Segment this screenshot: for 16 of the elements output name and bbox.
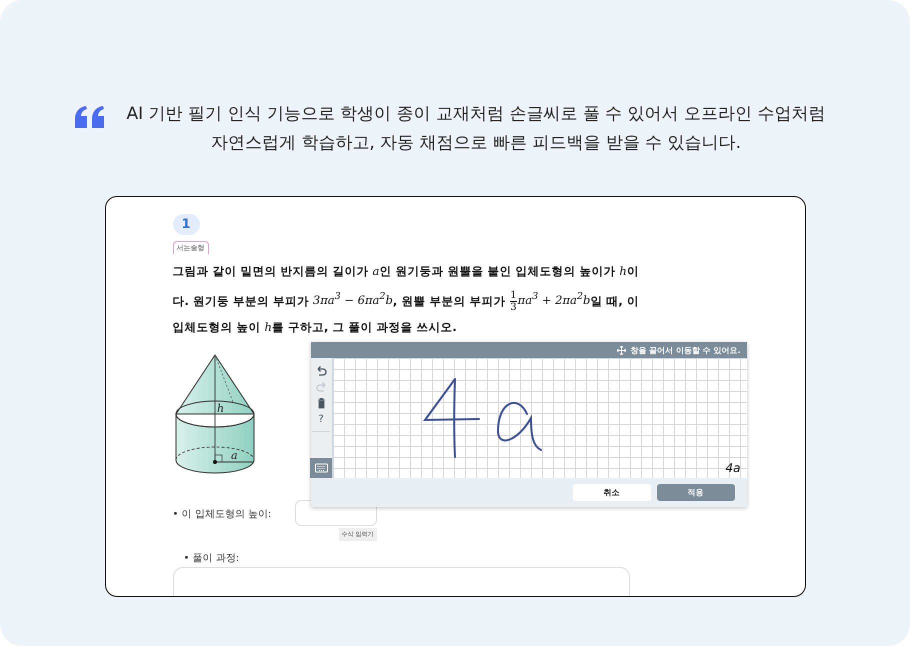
answer-label: • 이 입체도형의 높이: [172, 508, 272, 522]
move-icon [617, 346, 626, 354]
undo-icon [314, 365, 328, 377]
grid-canvas[interactable]: 4a [332, 358, 746, 478]
drag-hint: 창을 끌어서 이동할 수 있어요. [630, 344, 740, 356]
recognized-text: 4a [726, 461, 740, 475]
quote-text: AI 기반 필기 인식 기능으로 학생이 종이 교재처럼 손글씨로 풀 수 있어서 오프라인 수업처럼 자연스럽게 학습하고, 자동 채점으로 빠른 피드백을 받을 수 있습니다. [126, 103, 826, 155]
cylinder-cone-drawing: h a [172, 352, 256, 476]
help-button[interactable]: ? [311, 411, 331, 427]
quote-mark-icon [75, 106, 105, 128]
redo-icon [314, 381, 328, 393]
solution-label: • 풀이 과정: [184, 552, 240, 566]
keyboard-icon [314, 462, 328, 474]
question-number: 1 [172, 214, 200, 235]
cancel-button[interactable]: 취소 [572, 484, 650, 501]
keyboard-button[interactable] [310, 458, 332, 478]
